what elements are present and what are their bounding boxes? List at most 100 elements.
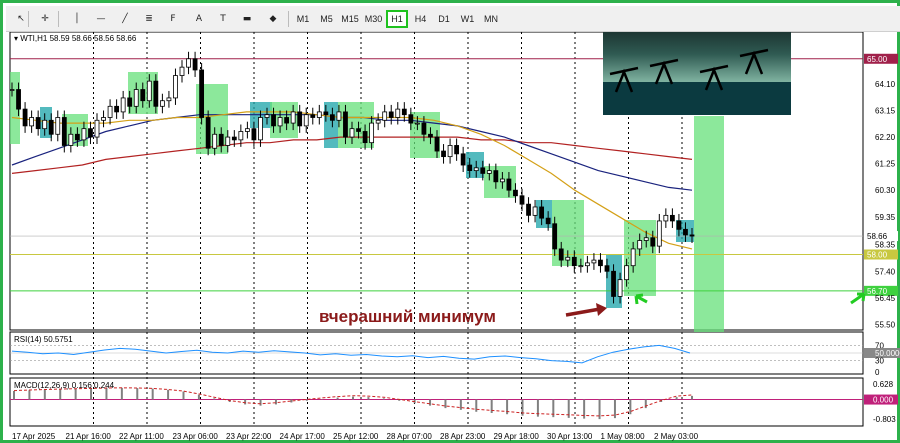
candle-body — [120, 97, 126, 113]
candle-body — [329, 114, 335, 121]
candle-body — [35, 117, 41, 130]
candle-body — [624, 265, 630, 281]
x-tick-label: 1 May 08:00 — [601, 432, 646, 441]
candle-body — [244, 128, 250, 132]
candle-body — [258, 117, 263, 141]
x-tick-label: 28 Apr 07:00 — [387, 432, 433, 441]
macd-tick-label: 0.000 — [873, 396, 894, 405]
timeframe-m5[interactable]: M5 — [316, 10, 338, 28]
y-tick-label: 64.10 — [875, 80, 896, 89]
timeframe-m1[interactable]: M1 — [292, 10, 314, 28]
chart-window: ↖ ✛ │ — ╱ ≣ F A T ▬ ◆ M1 M5 M15 M30 H1 H4 D1 W1 MN 65.00 58.… — [0, 0, 900, 443]
macd-tick-label: 0.628 — [873, 380, 894, 389]
candle-body — [362, 131, 368, 144]
timeframe-d1[interactable]: D1 — [433, 10, 455, 28]
candle-body — [369, 122, 375, 144]
fibonacci-icon[interactable]: F — [164, 10, 182, 28]
candle-body — [284, 117, 290, 124]
timeframe-mn[interactable]: MN — [480, 10, 502, 28]
candle-body — [395, 108, 401, 118]
candle-body — [401, 108, 407, 116]
y-tick-label: 63.15 — [875, 107, 896, 116]
macd-panel — [9, 377, 864, 427]
candle-body — [218, 133, 224, 146]
shapes-icon[interactable]: ◆ — [264, 10, 282, 28]
candle-body — [94, 119, 100, 138]
x-tick-label: 23 Apr 22:00 — [226, 432, 272, 441]
candle-body — [81, 128, 87, 141]
vertical-line-icon[interactable]: │ — [68, 10, 86, 28]
candle-body — [447, 145, 453, 158]
timeframe-h4[interactable]: H4 — [410, 10, 432, 28]
candle-body — [225, 136, 231, 146]
candle-body — [591, 259, 597, 264]
timeframe-w1[interactable]: W1 — [457, 10, 479, 28]
horizontal-line-icon[interactable]: — — [92, 10, 110, 28]
macd-title: MACD(12,26,9) 0.156 0.244 — [14, 381, 115, 390]
candle-body — [205, 117, 211, 149]
candle-body — [356, 128, 361, 132]
candle-body — [493, 170, 499, 183]
trend-line-icon[interactable]: ╱ — [116, 10, 134, 28]
rsi-tick-label: 30 — [875, 357, 884, 366]
y-tick-label: 56.45 — [875, 294, 896, 303]
candle-body — [153, 80, 159, 107]
candle-body — [611, 270, 616, 297]
candle-body — [238, 131, 244, 141]
text-icon[interactable]: A — [190, 10, 208, 28]
candle-body — [212, 133, 218, 149]
chart-area[interactable]: 65.0058.0056.7058.6664.1063.1562.2061.25… — [6, 32, 900, 442]
price-level-label: 58.00 — [867, 251, 888, 260]
zone-box — [694, 116, 724, 332]
candle-body — [251, 128, 257, 141]
green-arrow-icon — [634, 293, 648, 305]
price-level-label: 65.00 — [867, 55, 888, 64]
candle-body — [630, 248, 636, 267]
y-tick-label: 61.25 — [875, 160, 896, 169]
x-tick-label: 21 Apr 16:00 — [66, 432, 112, 441]
green-arrow-icon — [850, 292, 866, 305]
toolbar-separator — [288, 11, 289, 27]
candle-body — [689, 234, 695, 237]
candle-body — [532, 206, 538, 216]
candle-body — [55, 117, 61, 135]
y-tick-label: 60.30 — [875, 186, 896, 195]
candle-body — [107, 105, 113, 118]
candle-body — [460, 153, 466, 166]
candle-body — [637, 240, 643, 250]
candle-body — [486, 170, 492, 174]
candle-body — [199, 69, 205, 118]
candle-body — [16, 89, 21, 110]
chart-header: ▾ WTI,H1 58.59 58.66 58.56 58.66 — [14, 34, 137, 43]
candle-body — [519, 195, 525, 205]
annotation-text: вчерашний минимум — [319, 307, 496, 326]
label-icon[interactable]: T — [214, 10, 232, 28]
channel-icon[interactable]: ≣ — [140, 10, 158, 28]
candle-body — [539, 206, 545, 219]
candle-body — [22, 108, 28, 127]
candle-body — [656, 220, 662, 247]
rsi-line — [11, 344, 691, 364]
timeframe-m30[interactable]: M30 — [363, 10, 385, 28]
timeframe-h1[interactable]: H1 — [386, 10, 408, 28]
candle-body — [388, 111, 394, 118]
candle-body — [323, 111, 329, 116]
candle-body — [68, 133, 74, 146]
toolbar-separator — [28, 11, 29, 27]
timeframe-m15[interactable]: M15 — [339, 10, 361, 28]
annotation-arrow — [565, 307, 601, 317]
rectangle-icon[interactable]: ▬ — [238, 10, 256, 28]
x-tick-label: 29 Apr 18:00 — [494, 432, 540, 441]
candle-body — [9, 89, 15, 91]
candle-body — [506, 178, 512, 191]
oil-pump-photo — [603, 32, 791, 115]
candle-body — [74, 133, 80, 141]
x-tick-label: 24 Apr 17:00 — [280, 432, 326, 441]
candle-body — [473, 167, 479, 172]
candle-body — [310, 114, 316, 118]
candle-body — [88, 128, 93, 138]
candle-body — [173, 75, 178, 99]
candle-body — [114, 105, 120, 113]
crosshair-icon[interactable]: ✛ — [36, 10, 54, 28]
candle-body — [140, 89, 146, 102]
